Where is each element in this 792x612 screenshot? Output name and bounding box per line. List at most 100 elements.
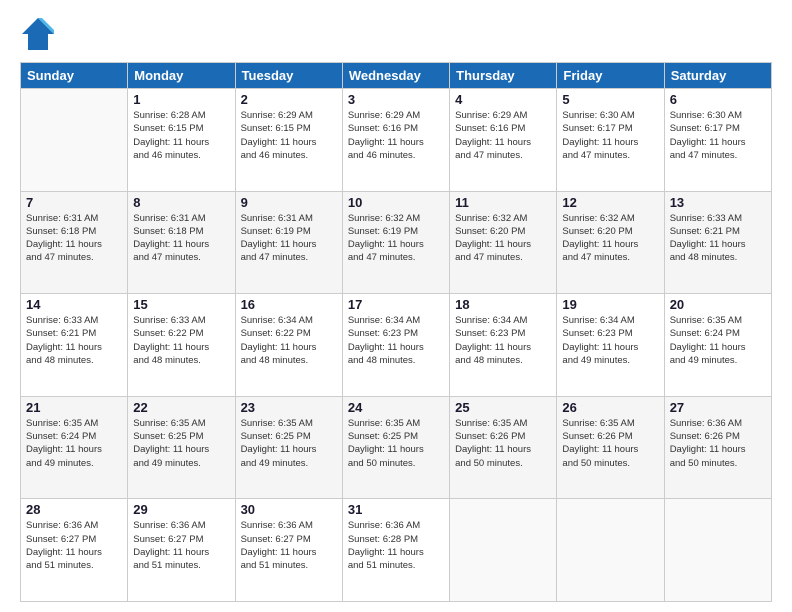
calendar-cell: 29 Sunrise: 6:36 AM Sunset: 6:27 PM Dayli… [128, 499, 235, 602]
calendar-cell: 31 Sunrise: 6:36 AM Sunset: 6:28 PM Dayli… [342, 499, 449, 602]
day-info: Sunrise: 6:34 AM Sunset: 6:23 PM Dayligh… [455, 314, 551, 367]
calendar-cell [21, 89, 128, 192]
day-info: Sunrise: 6:31 AM Sunset: 6:18 PM Dayligh… [26, 212, 122, 265]
calendar-cell: 18 Sunrise: 6:34 AM Sunset: 6:23 PM Dayli… [450, 294, 557, 397]
day-info: Sunrise: 6:36 AM Sunset: 6:27 PM Dayligh… [26, 519, 122, 572]
calendar-cell [450, 499, 557, 602]
day-info: Sunrise: 6:32 AM Sunset: 6:20 PM Dayligh… [455, 212, 551, 265]
calendar-cell: 23Sunrise: 6:35 AM Sunset: 6:25 PM Dayli… [235, 396, 342, 499]
day-number: 3 [348, 92, 444, 107]
day-info: Sunrise: 6:35 AM Sunset: 6:25 PM Dayligh… [348, 417, 444, 470]
day-info: Sunrise: 6:36 AM Sunset: 6:28 PM Dayligh… [348, 519, 444, 572]
day-info: Sunrise: 6:35 AM Sunset: 6:24 PM Dayligh… [26, 417, 122, 470]
calendar-cell: 2 Sunrise: 6:29 AM Sunset: 6:15 PM Daylig… [235, 89, 342, 192]
day-number: 31 [348, 502, 444, 517]
weekday-header-sunday: Sunday [21, 63, 128, 89]
day-info: Sunrise: 6:31 AM Sunset: 6:19 PM Dayligh… [241, 212, 337, 265]
header [20, 16, 772, 52]
day-info: Sunrise: 6:36 AM Sunset: 6:27 PM Dayligh… [241, 519, 337, 572]
day-info: Sunrise: 6:35 AM Sunset: 6:26 PM Dayligh… [455, 417, 551, 470]
day-info: Sunrise: 6:34 AM Sunset: 6:22 PM Dayligh… [241, 314, 337, 367]
day-info: Sunrise: 6:30 AM Sunset: 6:17 PM Dayligh… [562, 109, 658, 162]
day-number: 17 [348, 297, 444, 312]
day-number: 21 [26, 400, 122, 415]
day-number: 23 [241, 400, 337, 415]
day-info: Sunrise: 6:35 AM Sunset: 6:25 PM Dayligh… [133, 417, 229, 470]
day-info: Sunrise: 6:32 AM Sunset: 6:19 PM Dayligh… [348, 212, 444, 265]
day-number: 25 [455, 400, 551, 415]
calendar-cell: 14Sunrise: 6:33 AM Sunset: 6:21 PM Dayli… [21, 294, 128, 397]
day-number: 29 [133, 502, 229, 517]
calendar-cell: 10 Sunrise: 6:32 AM Sunset: 6:19 PM Dayli… [342, 191, 449, 294]
day-number: 18 [455, 297, 551, 312]
day-number: 2 [241, 92, 337, 107]
calendar-cell: 4 Sunrise: 6:29 AM Sunset: 6:16 PM Daylig… [450, 89, 557, 192]
week-row-2: 14Sunrise: 6:33 AM Sunset: 6:21 PM Dayli… [21, 294, 772, 397]
weekday-header-friday: Friday [557, 63, 664, 89]
page: SundayMondayTuesdayWednesdayThursdayFrid… [0, 0, 792, 612]
weekday-header-tuesday: Tuesday [235, 63, 342, 89]
weekday-header-wednesday: Wednesday [342, 63, 449, 89]
day-info: Sunrise: 6:29 AM Sunset: 6:15 PM Dayligh… [241, 109, 337, 162]
calendar-cell: 5 Sunrise: 6:30 AM Sunset: 6:17 PM Daylig… [557, 89, 664, 192]
day-number: 30 [241, 502, 337, 517]
calendar-cell: 13Sunrise: 6:33 AM Sunset: 6:21 PM Dayli… [664, 191, 771, 294]
calendar-cell: 20 Sunrise: 6:35 AM Sunset: 6:24 PM Dayli… [664, 294, 771, 397]
calendar-cell: 22 Sunrise: 6:35 AM Sunset: 6:25 PM Dayli… [128, 396, 235, 499]
logo-icon [20, 16, 56, 52]
day-info: Sunrise: 6:33 AM Sunset: 6:21 PM Dayligh… [26, 314, 122, 367]
calendar-cell: 16 Sunrise: 6:34 AM Sunset: 6:22 PM Dayli… [235, 294, 342, 397]
calendar-cell [664, 499, 771, 602]
logo [20, 16, 60, 52]
calendar-cell: 24 Sunrise: 6:35 AM Sunset: 6:25 PM Dayli… [342, 396, 449, 499]
day-info: Sunrise: 6:29 AM Sunset: 6:16 PM Dayligh… [455, 109, 551, 162]
calendar-cell: 28 Sunrise: 6:36 AM Sunset: 6:27 PM Dayli… [21, 499, 128, 602]
day-number: 24 [348, 400, 444, 415]
day-info: Sunrise: 6:31 AM Sunset: 6:18 PM Dayligh… [133, 212, 229, 265]
calendar-cell: 3 Sunrise: 6:29 AM Sunset: 6:16 PM Daylig… [342, 89, 449, 192]
calendar-cell: 17 Sunrise: 6:34 AM Sunset: 6:23 PM Dayli… [342, 294, 449, 397]
week-row-1: 7Sunrise: 6:31 AM Sunset: 6:18 PM Daylig… [21, 191, 772, 294]
day-number: 26 [562, 400, 658, 415]
weekday-header-thursday: Thursday [450, 63, 557, 89]
day-number: 4 [455, 92, 551, 107]
day-number: 28 [26, 502, 122, 517]
calendar-cell: 9Sunrise: 6:31 AM Sunset: 6:19 PM Daylig… [235, 191, 342, 294]
calendar-cell: 30 Sunrise: 6:36 AM Sunset: 6:27 PM Dayli… [235, 499, 342, 602]
calendar-cell [557, 499, 664, 602]
day-info: Sunrise: 6:33 AM Sunset: 6:22 PM Dayligh… [133, 314, 229, 367]
calendar-cell: 26Sunrise: 6:35 AM Sunset: 6:26 PM Dayli… [557, 396, 664, 499]
calendar-cell: 1 Sunrise: 6:28 AM Sunset: 6:15 PM Daylig… [128, 89, 235, 192]
day-info: Sunrise: 6:36 AM Sunset: 6:27 PM Dayligh… [133, 519, 229, 572]
day-number: 22 [133, 400, 229, 415]
day-number: 13 [670, 195, 766, 210]
day-number: 16 [241, 297, 337, 312]
calendar-cell: 15Sunrise: 6:33 AM Sunset: 6:22 PM Dayli… [128, 294, 235, 397]
day-number: 8 [133, 195, 229, 210]
day-info: Sunrise: 6:35 AM Sunset: 6:24 PM Dayligh… [670, 314, 766, 367]
day-info: Sunrise: 6:32 AM Sunset: 6:20 PM Dayligh… [562, 212, 658, 265]
day-number: 27 [670, 400, 766, 415]
day-info: Sunrise: 6:29 AM Sunset: 6:16 PM Dayligh… [348, 109, 444, 162]
day-number: 11 [455, 195, 551, 210]
calendar-cell: 8 Sunrise: 6:31 AM Sunset: 6:18 PM Daylig… [128, 191, 235, 294]
day-number: 5 [562, 92, 658, 107]
day-number: 10 [348, 195, 444, 210]
weekday-header-monday: Monday [128, 63, 235, 89]
day-number: 6 [670, 92, 766, 107]
day-info: Sunrise: 6:28 AM Sunset: 6:15 PM Dayligh… [133, 109, 229, 162]
calendar-cell: 27 Sunrise: 6:36 AM Sunset: 6:26 PM Dayli… [664, 396, 771, 499]
calendar-table: SundayMondayTuesdayWednesdayThursdayFrid… [20, 62, 772, 602]
calendar-cell: 19Sunrise: 6:34 AM Sunset: 6:23 PM Dayli… [557, 294, 664, 397]
day-info: Sunrise: 6:36 AM Sunset: 6:26 PM Dayligh… [670, 417, 766, 470]
day-number: 1 [133, 92, 229, 107]
day-info: Sunrise: 6:34 AM Sunset: 6:23 PM Dayligh… [562, 314, 658, 367]
day-number: 20 [670, 297, 766, 312]
calendar-cell: 6 Sunrise: 6:30 AM Sunset: 6:17 PM Daylig… [664, 89, 771, 192]
day-info: Sunrise: 6:34 AM Sunset: 6:23 PM Dayligh… [348, 314, 444, 367]
day-info: Sunrise: 6:30 AM Sunset: 6:17 PM Dayligh… [670, 109, 766, 162]
day-number: 12 [562, 195, 658, 210]
week-row-4: 28 Sunrise: 6:36 AM Sunset: 6:27 PM Dayli… [21, 499, 772, 602]
calendar-cell: 11 Sunrise: 6:32 AM Sunset: 6:20 PM Dayli… [450, 191, 557, 294]
calendar-cell: 12 Sunrise: 6:32 AM Sunset: 6:20 PM Dayli… [557, 191, 664, 294]
